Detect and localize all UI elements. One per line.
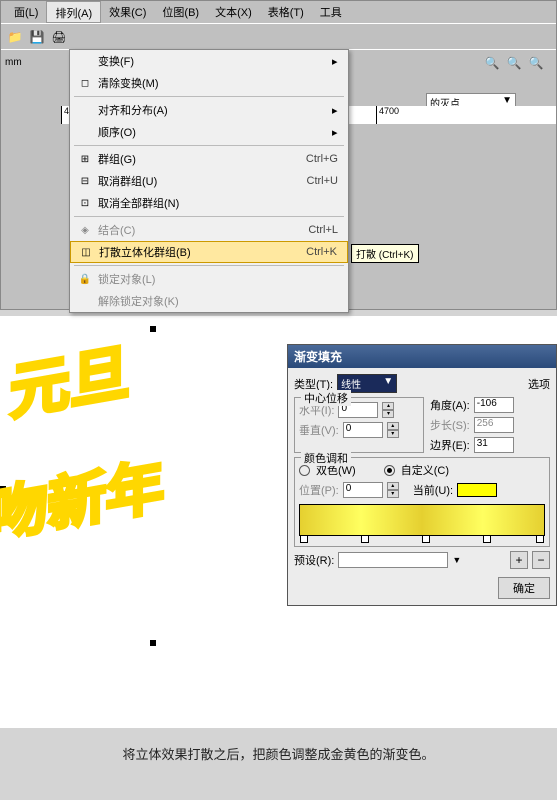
menu-align-distribute[interactable]: 对齐和分布(A) ▸ bbox=[70, 99, 348, 121]
selection-handle[interactable] bbox=[150, 640, 156, 646]
edge-label: 边界(E): bbox=[430, 437, 470, 453]
zoom-out-icon[interactable]: 🔍 bbox=[504, 53, 524, 73]
add-preset-button[interactable]: + bbox=[510, 551, 528, 569]
current-color-swatch[interactable] bbox=[457, 483, 497, 497]
options-label: 选项 bbox=[528, 376, 550, 392]
separator bbox=[74, 96, 344, 97]
two-color-radio[interactable] bbox=[299, 465, 310, 476]
angle-label: 角度(A): bbox=[430, 397, 470, 413]
break-icon: ◫ bbox=[77, 243, 95, 261]
spin-down[interactable]: ▾ bbox=[387, 490, 399, 498]
gradient-stop[interactable] bbox=[361, 535, 369, 543]
menu-table[interactable]: 表格(T) bbox=[260, 1, 312, 23]
menu-clear-transform[interactable]: ◻ 清除变换(M) bbox=[70, 72, 348, 94]
edge-input[interactable]: 31 bbox=[474, 437, 514, 453]
current-label: 当前(U): bbox=[413, 482, 453, 498]
tooltip: 打散 (Ctrl+K) bbox=[351, 244, 419, 263]
position-label: 位置(P): bbox=[299, 482, 339, 498]
custom-label: 自定义(C) bbox=[401, 462, 449, 478]
menu-surface[interactable]: 面(L) bbox=[6, 1, 46, 23]
separator bbox=[74, 216, 344, 217]
vert-input[interactable]: 0 bbox=[343, 422, 383, 438]
editor-area: 元旦 吻新年 渐变填充 类型(T): 线性▼ 选项 中心位移 水平(I): 0 … bbox=[0, 316, 557, 728]
text-line-2: 吻新年 bbox=[0, 461, 164, 544]
print-icon[interactable]: 🖨 bbox=[49, 27, 69, 47]
spin-up[interactable]: ▴ bbox=[382, 402, 394, 410]
spin-down[interactable]: ▾ bbox=[387, 430, 399, 438]
spin-up[interactable]: ▴ bbox=[387, 482, 399, 490]
center-offset-label: 中心位移 bbox=[301, 390, 351, 406]
selection-handle[interactable] bbox=[150, 326, 156, 332]
gradient-stop[interactable] bbox=[483, 535, 491, 543]
ok-button[interactable]: 确定 bbox=[498, 577, 550, 599]
gradient-fill-dialog: 渐变填充 类型(T): 线性▼ 选项 中心位移 水平(I): 0 ▴▾ 垂直(V bbox=[287, 344, 557, 606]
preset-label: 预设(R): bbox=[294, 552, 334, 568]
menu-text[interactable]: 文本(X) bbox=[207, 1, 260, 23]
menu-tools[interactable]: 工具 bbox=[312, 1, 350, 23]
step-input: 256 bbox=[474, 417, 514, 433]
gradient-stop[interactable] bbox=[300, 535, 308, 543]
lock-icon: 🔒 bbox=[76, 270, 94, 288]
menu-break-apart-extrude[interactable]: ◫ 打散立体化群组(B) Ctrl+K bbox=[70, 241, 348, 263]
vert-label: 垂直(V): bbox=[299, 422, 339, 438]
menubar: 面(L) 排列(A) 效果(C) 位图(B) 文本(X) 表格(T) 工具 bbox=[1, 1, 556, 23]
dialog-title: 渐变填充 bbox=[288, 345, 556, 368]
menu-ungroup-all[interactable]: ⊡ 取消全部群组(N) bbox=[70, 192, 348, 214]
selected-artwork[interactable]: 元旦 吻新年 bbox=[0, 326, 290, 646]
menu-unlock: 解除锁定对象(K) bbox=[70, 290, 348, 312]
ungroup-all-icon: ⊡ bbox=[76, 194, 94, 212]
menu-lock: 🔒 锁定对象(L) bbox=[70, 268, 348, 290]
gradient-stop[interactable] bbox=[536, 535, 544, 543]
caption-text: 将立体效果打散之后，把颜色调整成金黄色的渐变色。 bbox=[0, 728, 557, 779]
spin-up[interactable]: ▴ bbox=[387, 422, 399, 430]
coreldraw-window: 面(L) 排列(A) 效果(C) 位图(B) 文本(X) 表格(T) 工具 📁 … bbox=[0, 0, 557, 310]
save-icon[interactable]: 💾 bbox=[27, 27, 47, 47]
spin-down[interactable]: ▾ bbox=[382, 410, 394, 418]
menu-transform[interactable]: 变换(F) ▸ bbox=[70, 50, 348, 72]
zoom-fit-icon[interactable]: 🔍 bbox=[526, 53, 546, 73]
arrange-dropdown: 变换(F) ▸ ◻ 清除变换(M) 对齐和分布(A) ▸ 顺序(O) ▸ ⊞ 群… bbox=[69, 49, 349, 313]
preset-combo[interactable] bbox=[338, 552, 448, 568]
menu-group[interactable]: ⊞ 群组(G) Ctrl+G bbox=[70, 148, 348, 170]
toolbar-main: 📁 💾 🖨 bbox=[1, 23, 556, 49]
gradient-stop[interactable] bbox=[422, 535, 430, 543]
menu-ungroup[interactable]: ⊟ 取消群组(U) Ctrl+U bbox=[70, 170, 348, 192]
gradient-preview[interactable] bbox=[299, 504, 545, 536]
menu-order[interactable]: 顺序(O) ▸ bbox=[70, 121, 348, 143]
crop-icon: ◻ bbox=[76, 74, 94, 92]
zoom-in-icon[interactable]: 🔍 bbox=[482, 53, 502, 73]
position-input[interactable]: 0 bbox=[343, 482, 383, 498]
menu-combine: ◈ 结合(C) Ctrl+L bbox=[70, 219, 348, 241]
menu-effects[interactable]: 效果(C) bbox=[101, 1, 154, 23]
open-icon[interactable]: 📁 bbox=[5, 27, 25, 47]
text-line-1: 元旦 bbox=[10, 345, 130, 420]
separator bbox=[74, 265, 344, 266]
separator bbox=[74, 145, 344, 146]
combine-icon: ◈ bbox=[76, 221, 94, 239]
menu-arrange[interactable]: 排列(A) bbox=[46, 1, 101, 23]
color-blend-label: 颜色调和 bbox=[301, 450, 351, 466]
step-label: 步长(S): bbox=[430, 417, 470, 433]
zoom-tools: 🔍 🔍 🔍 bbox=[482, 53, 546, 73]
angle-input[interactable]: -106 bbox=[474, 397, 514, 413]
group-icon: ⊞ bbox=[76, 150, 94, 168]
remove-preset-button[interactable]: − bbox=[532, 551, 550, 569]
ungroup-icon: ⊟ bbox=[76, 172, 94, 190]
menu-bitmap[interactable]: 位图(B) bbox=[154, 1, 207, 23]
custom-radio[interactable] bbox=[384, 465, 395, 476]
